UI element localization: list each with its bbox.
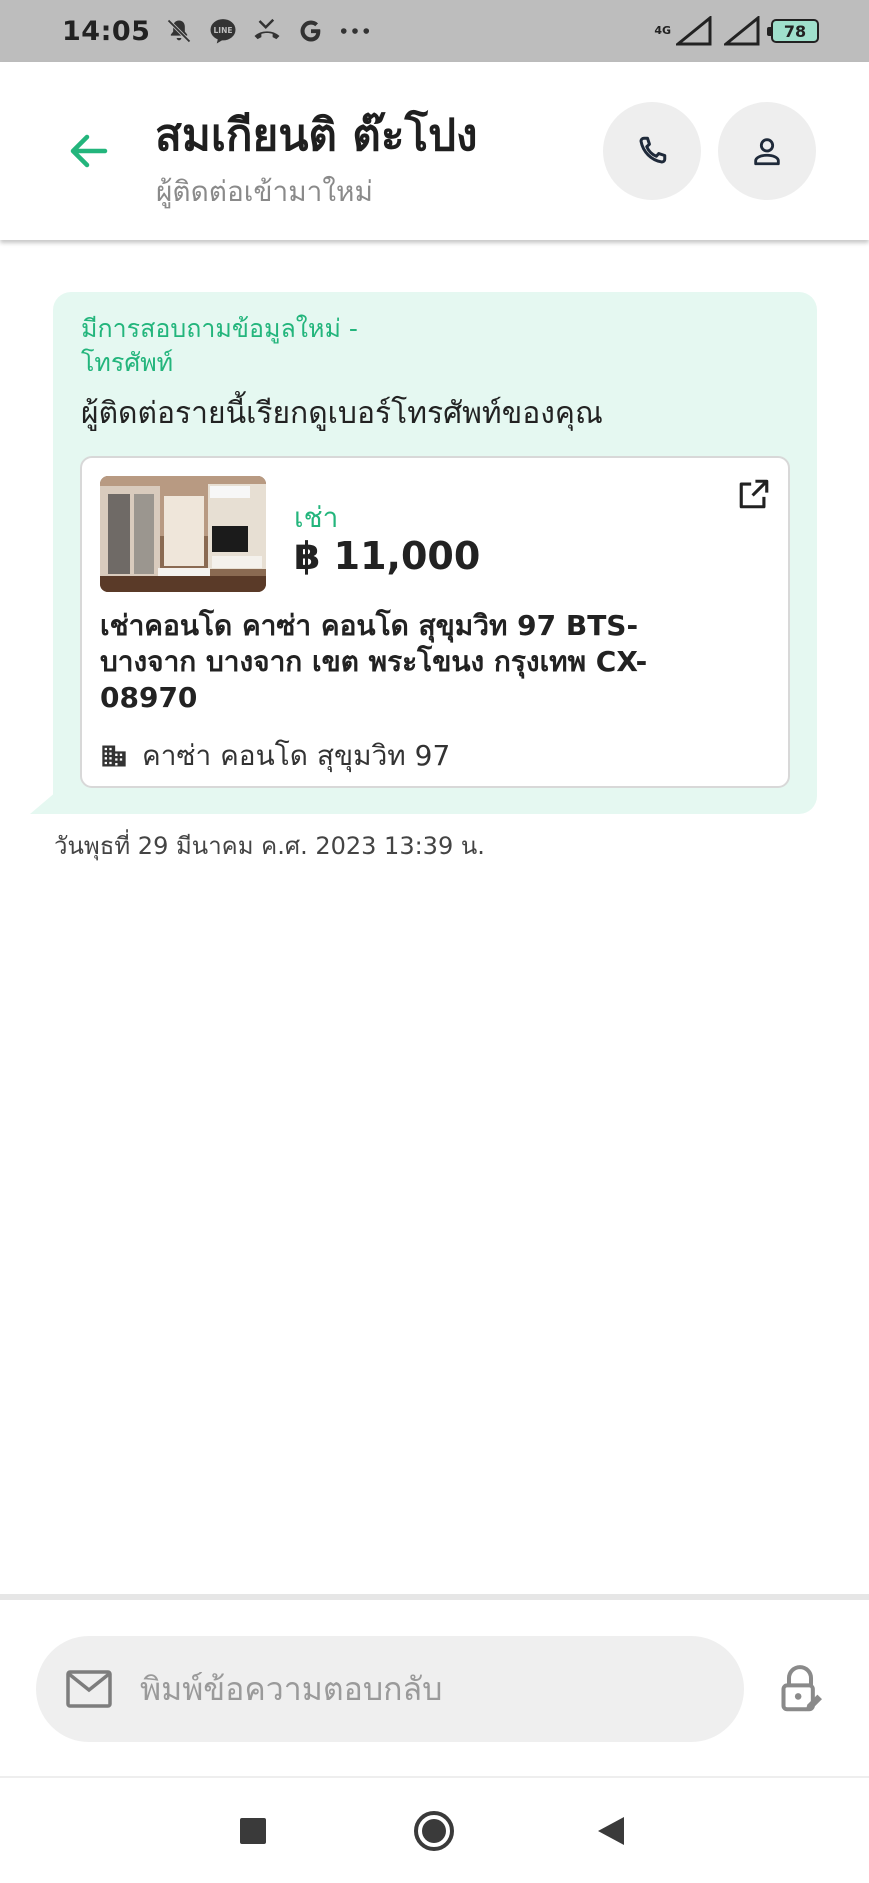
listing-project: คาซ่า คอนโด สุขุมวิท 97 bbox=[100, 734, 450, 778]
reply-input[interactable]: พิมพ์ข้อความตอบกลับ bbox=[36, 1636, 744, 1742]
listing-title: เช่าคอนโด คาซ่า คอนโด สุขุมวิท 97 BTS- บ… bbox=[100, 609, 648, 714]
system-nav-bar bbox=[0, 1778, 869, 1883]
lock-edit-button[interactable] bbox=[772, 1660, 828, 1720]
home-circle-icon bbox=[414, 1811, 454, 1851]
listing-photo bbox=[100, 476, 266, 592]
listing-price: ฿ 11,000 bbox=[294, 534, 481, 578]
app-header: สมเกียนติ ต๊ะโปง ผู้ติดต่อเข้ามาใหม่ bbox=[0, 62, 869, 240]
phone-icon bbox=[639, 136, 667, 164]
home-button[interactable] bbox=[401, 1798, 467, 1864]
battery-level: 78 bbox=[783, 21, 807, 41]
reply-placeholder: พิมพ์ข้อความตอบกลับ bbox=[140, 1669, 443, 1708]
signal-icon-2 bbox=[723, 16, 761, 46]
google-icon bbox=[296, 16, 326, 46]
back-button[interactable] bbox=[62, 124, 116, 178]
lock-edit-icon bbox=[781, 1665, 822, 1712]
recents-square-icon bbox=[240, 1818, 266, 1844]
listing-project-name: คาซ่า คอนโด สุขุมวิท 97 bbox=[142, 739, 451, 772]
open-external-button[interactable] bbox=[734, 474, 774, 514]
contact-profile-button[interactable] bbox=[718, 102, 816, 200]
back-triangle-icon bbox=[598, 1817, 624, 1845]
message-bubble: มีการสอบถามข้อมูลใหม่ - โทรศัพท์ ผู้ติดต… bbox=[53, 292, 817, 814]
missed-call-icon bbox=[252, 16, 282, 46]
contact-name: สมเกียนติ ต๊ะโปง bbox=[155, 110, 478, 161]
svg-text:LINE: LINE bbox=[214, 26, 233, 35]
status-time: 14:05 bbox=[62, 15, 151, 47]
open-external-icon bbox=[739, 479, 769, 509]
status-left: 14:05 LINE bbox=[62, 16, 370, 47]
call-button[interactable] bbox=[603, 102, 701, 200]
signal-icon bbox=[675, 16, 713, 46]
building-icon bbox=[102, 745, 126, 767]
muted-bell-icon bbox=[164, 16, 194, 46]
message-timestamp: วันพุธที่ 29 มีนาคม ค.ศ. 2023 13:39 น. bbox=[54, 832, 485, 860]
mail-icon bbox=[66, 1670, 112, 1708]
recents-button[interactable] bbox=[220, 1798, 286, 1864]
message-title: มีการสอบถามข้อมูลใหม่ - โทรศัพท์ bbox=[81, 314, 358, 377]
listing-card[interactable]: เช่า ฿ 11,000 เช่าคอนโด คาซ่า คอนโด สุขุ… bbox=[80, 456, 790, 788]
message-body: ผู้ติดต่อรายนี้เรียกดูเบอร์โทรศัพท์ของคุ… bbox=[81, 396, 603, 431]
back-nav-button[interactable] bbox=[578, 1798, 644, 1864]
contact-subtitle: ผู้ติดต่อเข้ามาใหม่ bbox=[156, 175, 373, 208]
person-icon bbox=[754, 138, 780, 166]
network-type-label: 4G bbox=[654, 24, 671, 37]
arrow-left-icon bbox=[70, 134, 108, 168]
status-bar: 14:05 LINE 4G 78 bbox=[0, 0, 869, 62]
battery-icon: 78 bbox=[767, 19, 819, 43]
status-right: 4G 78 bbox=[654, 16, 819, 46]
more-dots-icon bbox=[340, 16, 370, 46]
composer-divider bbox=[0, 1594, 869, 1600]
line-app-icon: LINE bbox=[208, 16, 238, 46]
